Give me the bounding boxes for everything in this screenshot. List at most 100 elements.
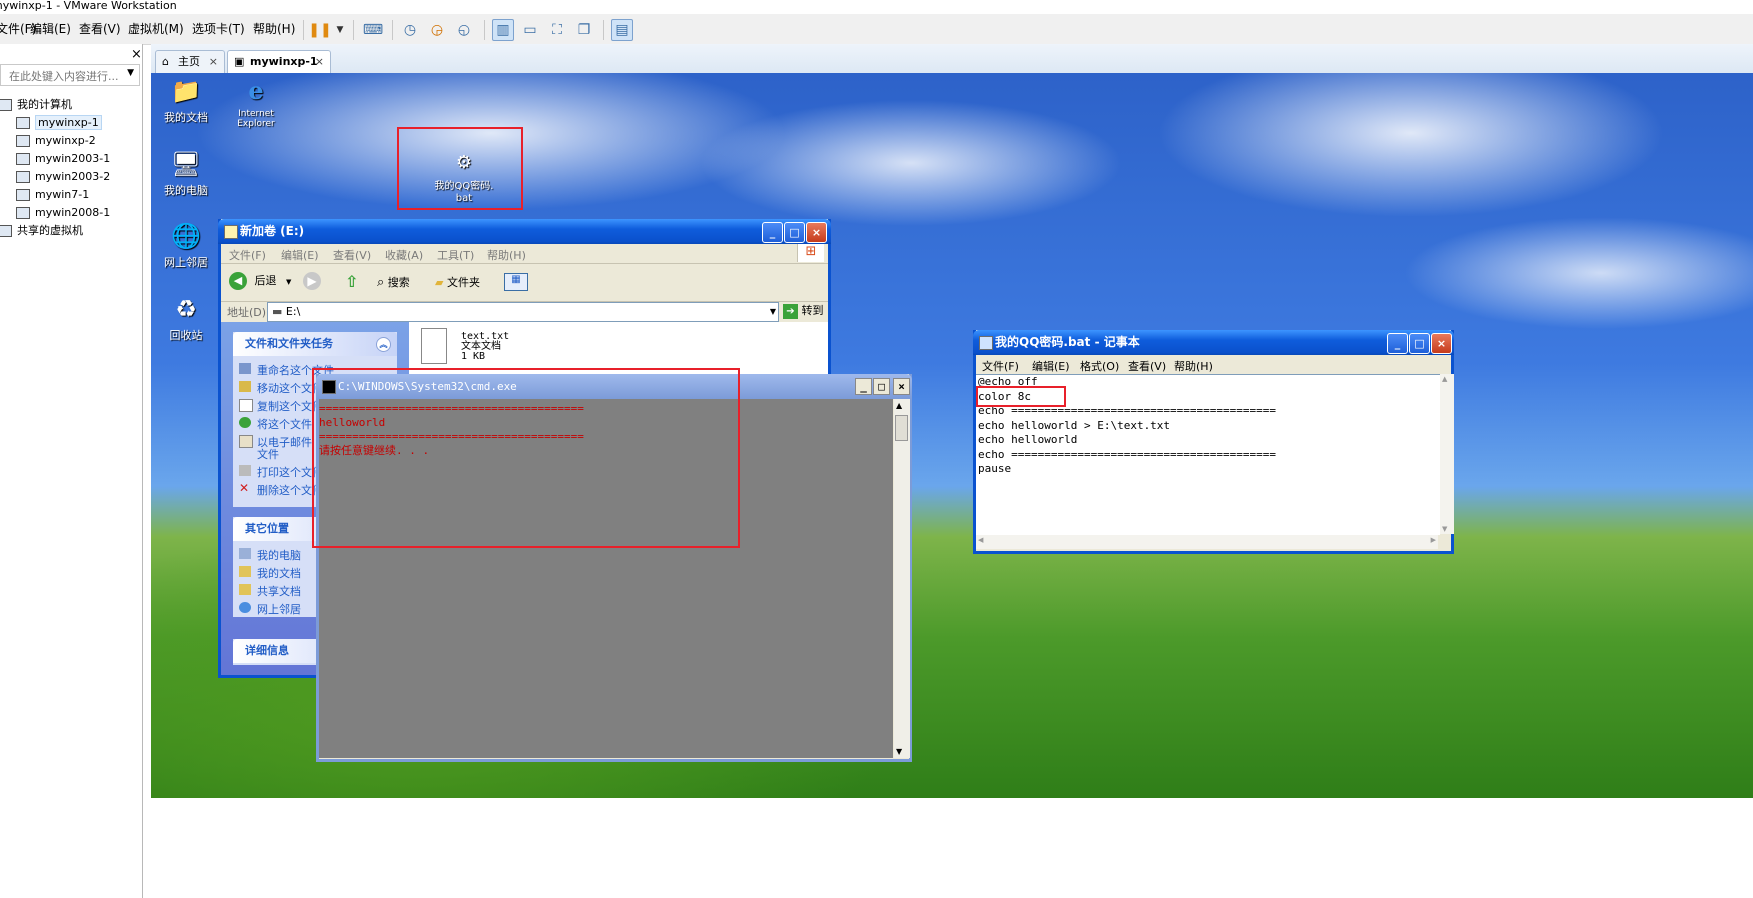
menu-help[interactable]: 帮助(H) — [253, 20, 295, 37]
menu-tabs[interactable]: 选项卡(T) — [192, 20, 245, 37]
go-button[interactable]: ➔ 转到 — [783, 302, 824, 319]
console-view-icon[interactable]: ▤ — [611, 19, 633, 41]
file-tasks-header[interactable]: 文件和文件夹任务 ︽ — [233, 332, 397, 356]
tab-home[interactable]: ⌂ 主页 × — [155, 50, 225, 73]
minimize-icon[interactable]: _ — [855, 378, 872, 395]
task-label: 将这个文件 — [257, 418, 312, 431]
fullscreen-icon[interactable]: ⛶ — [546, 19, 568, 41]
drive-icon — [224, 225, 238, 239]
maximize-icon[interactable]: □ — [873, 378, 890, 395]
text-line: echo helloworld — [978, 433, 1078, 446]
search-input[interactable] — [7, 66, 123, 86]
show-library-icon[interactable]: ▥ — [492, 19, 514, 41]
menu-view[interactable]: 查看(V) — [79, 20, 121, 37]
explorer-title-bar[interactable]: 新加卷 (E:) _ □ × — [218, 219, 831, 244]
menu-view[interactable]: 查看(V) — [1128, 358, 1166, 374]
scroll-right-icon[interactable]: ▶ — [1431, 536, 1436, 544]
close-icon[interactable]: × — [209, 51, 218, 73]
menu-tools[interactable]: 工具(T) — [437, 247, 474, 263]
task-email-cont[interactable]: 文件 — [257, 446, 279, 462]
task-label: 文件 — [257, 448, 279, 461]
tree-item-mywin2003-1[interactable]: mywin2003-1 — [16, 150, 110, 167]
chevron-down-icon[interactable]: ▼ — [770, 303, 776, 321]
folders-button[interactable]: ▰ 文件夹 — [435, 274, 480, 290]
tree-item-mywinxp-2[interactable]: mywinxp-2 — [16, 132, 96, 149]
chevron-down-icon[interactable]: ▼ — [127, 68, 134, 78]
details-title: 详细信息 — [245, 644, 289, 657]
thumbnail-bar-icon[interactable]: ▭ — [519, 19, 541, 41]
place-network[interactable]: 网上邻居 — [239, 601, 301, 617]
notepad-title-bar[interactable]: 我的QQ密码.bat - 记事本 _ □ × — [973, 330, 1454, 355]
menu-file[interactable]: 文件(F) — [229, 247, 266, 263]
scroll-down-icon[interactable]: ▼ — [896, 747, 902, 756]
desktop-icon-ie[interactable]: e Internet Explorer — [221, 75, 291, 130]
desktop-icon-label: 回收站 — [169, 329, 203, 342]
send-ctrl-alt-del-icon[interactable]: ⌨ — [362, 19, 384, 41]
place-my-documents[interactable]: 我的文档 — [239, 565, 301, 581]
close-icon[interactable]: × — [315, 51, 324, 73]
place-my-computer[interactable]: 我的电脑 — [239, 547, 301, 563]
minimize-icon[interactable]: _ — [1387, 333, 1408, 354]
snapshot-manager-icon[interactable]: ◵ — [453, 19, 475, 41]
scroll-up-icon[interactable]: ▲ — [896, 401, 902, 410]
close-icon[interactable]: × — [893, 378, 910, 395]
menu-view[interactable]: 查看(V) — [333, 247, 371, 263]
desktop-icon-my-computer[interactable]: 🖥 我的电脑 — [151, 148, 221, 198]
menu-edit[interactable]: 编辑(E) — [30, 20, 71, 37]
folder-icon: ▰ — [435, 276, 444, 289]
menu-help[interactable]: 帮助(H) — [487, 247, 526, 263]
desktop-icon-recycle-bin[interactable]: ♻ 回收站 — [151, 293, 221, 343]
minimize-icon[interactable]: _ — [762, 222, 783, 243]
notepad-horizontal-scrollbar[interactable]: ◀ ▶ — [976, 535, 1438, 549]
views-icon[interactable]: ▦ — [504, 273, 528, 291]
menu-edit[interactable]: 编辑(E) — [281, 247, 319, 263]
forward-arrow-icon[interactable]: ▶ — [303, 272, 321, 290]
snapshot-revert-icon[interactable]: ◶ — [426, 19, 448, 41]
maximize-icon[interactable]: □ — [784, 222, 805, 243]
tree-item-label: mywin7-1 — [35, 188, 90, 201]
desktop-icon-network[interactable]: 🌐 网上邻居 — [151, 220, 221, 270]
menu-bar: 文件(F) 编辑(E) 查看(V) 虚拟机(M) 选项卡(T) 帮助(H) ❚❚… — [0, 14, 1753, 45]
address-input[interactable]: ▬ E:\ ▼ — [267, 302, 779, 322]
tree-item-mywinxp-1[interactable]: mywinxp-1 — [16, 114, 102, 131]
close-icon[interactable]: × — [806, 222, 827, 243]
snapshot-take-icon[interactable]: ◷ — [399, 19, 421, 41]
scroll-down-icon[interactable]: ▼ — [1442, 525, 1447, 533]
notepad-vertical-scrollbar[interactable]: ▲ ▼ — [1440, 374, 1454, 534]
menu-edit[interactable]: 编辑(E) — [1032, 358, 1070, 374]
chevron-down-icon[interactable]: ▼ — [329, 19, 351, 41]
explorer-title: 新加卷 (E:) — [240, 224, 305, 238]
tree-item-my-computer[interactable]: 我的计算机 — [0, 96, 72, 113]
annotation-box-bat-icon — [397, 127, 523, 210]
tree-item-mywin7-1[interactable]: mywin7-1 — [16, 186, 89, 203]
scroll-thumb[interactable] — [895, 415, 908, 441]
library-search[interactable]: ▼ — [0, 64, 140, 86]
scroll-left-icon[interactable]: ◀ — [978, 536, 983, 544]
tree-item-mywin2008-1[interactable]: mywin2008-1 — [16, 204, 110, 221]
menu-file[interactable]: 文件(F) — [982, 358, 1019, 374]
scroll-up-icon[interactable]: ▲ — [1442, 375, 1447, 383]
collapse-icon[interactable]: ︽ — [376, 337, 391, 352]
chevron-down-icon: ▼ — [286, 278, 292, 286]
tab-mywinxp-1[interactable]: ▣ mywinxp-1 × — [227, 50, 331, 74]
folder-icon — [239, 566, 251, 577]
cmd-scrollbar[interactable]: ▲ ▼ — [894, 399, 910, 758]
back-button[interactable]: ◀ 后退 ▼ — [229, 272, 291, 290]
task-publish[interactable]: 将这个文件 — [239, 416, 312, 432]
menu-vm[interactable]: 虚拟机(M) — [128, 20, 184, 37]
maximize-icon[interactable]: □ — [1409, 333, 1430, 354]
search-button[interactable]: ⌕ 搜索 — [377, 274, 410, 290]
tree-item-shared-vms[interactable]: 共享的虚拟机 — [0, 222, 83, 239]
close-icon[interactable]: × — [131, 47, 142, 62]
window-title: mywinxp-1 - VMware Workstation — [0, 0, 177, 12]
up-folder-icon[interactable]: ⇧ — [345, 272, 358, 291]
menu-format[interactable]: 格式(O) — [1080, 358, 1119, 374]
unity-icon[interactable]: ❐ — [573, 19, 595, 41]
menu-favorites[interactable]: 收藏(A) — [385, 247, 423, 263]
pause-icon[interactable]: ❚❚ — [308, 19, 331, 41]
menu-help[interactable]: 帮助(H) — [1174, 358, 1213, 374]
place-shared-documents[interactable]: 共享文档 — [239, 583, 301, 599]
tree-item-mywin2003-2[interactable]: mywin2003-2 — [16, 168, 110, 185]
desktop-icon-my-documents[interactable]: 📁 我的文档 — [151, 75, 221, 125]
close-icon[interactable]: × — [1431, 333, 1452, 354]
